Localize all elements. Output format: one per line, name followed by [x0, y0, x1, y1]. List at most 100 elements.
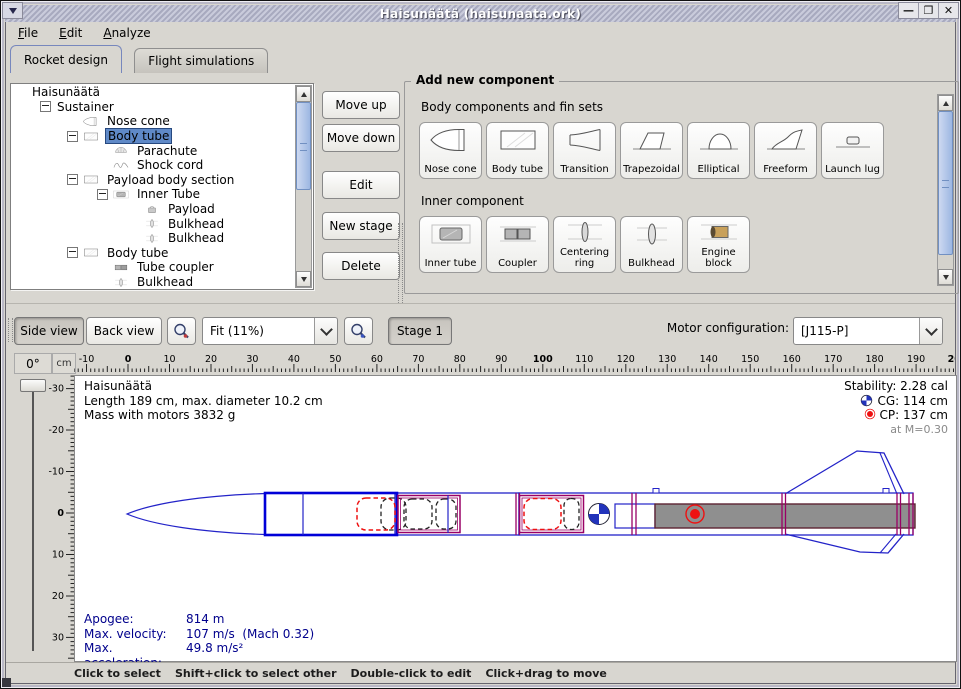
svg-text:190: 190 — [907, 354, 925, 365]
titlebar[interactable]: Haisunäätä (haisunaata.ork) — [5, 5, 956, 22]
scroll-down-button[interactable] — [296, 271, 311, 287]
scroll-down-button[interactable] — [938, 269, 953, 285]
unit-label: cm — [52, 353, 76, 374]
maximize-button[interactable]: ❐ — [918, 3, 938, 18]
back-view-button[interactable]: Back view — [86, 317, 162, 345]
tree-item-inner-tube[interactable]: Inner Tube — [12, 187, 296, 202]
slider-handle[interactable] — [20, 379, 46, 392]
tree-item-bulkhead[interactable]: Bulkhead — [12, 216, 296, 231]
flight-label: Apogee: — [84, 612, 186, 627]
rotation-slider[interactable] — [18, 377, 46, 655]
add-elliptical-button[interactable]: Elliptical — [687, 122, 750, 179]
scrollbar-thumb[interactable] — [296, 102, 311, 190]
side-view-button[interactable]: Side view — [14, 317, 84, 345]
tree-item-shock-cord[interactable]: Shock cord — [12, 158, 296, 173]
tree-expander-icon[interactable] — [67, 247, 78, 258]
tree-item-sustainer[interactable]: Sustainer — [12, 100, 296, 115]
tree-item-label: Bulkhead — [166, 231, 226, 245]
combo-arrow[interactable] — [314, 318, 337, 344]
rocket-canvas[interactable]: HaisunäätäLength 189 cm, max. diameter 1… — [74, 375, 957, 662]
add-component-group: Add new component Body components and fi… — [404, 81, 959, 294]
tab-flight-simulations[interactable]: Flight simulations — [134, 48, 268, 73]
arrow-up-icon — [943, 101, 949, 106]
resize-corner[interactable] — [2, 678, 11, 687]
edit-button[interactable]: Edit — [322, 171, 400, 199]
hint-bar: Click to selectShift+click to select oth… — [6, 662, 955, 683]
thumb-grip — [300, 143, 307, 151]
add-centering-ring-button[interactable]: Centering ring — [553, 216, 616, 273]
motor-configuration-select[interactable]: [J115-P] — [793, 317, 943, 345]
add-transition-button[interactable]: Transition — [553, 122, 616, 179]
component-scrollbar[interactable] — [937, 94, 954, 286]
menu-edit[interactable]: Edit — [50, 24, 91, 42]
tree-item-label: Bulkhead — [135, 275, 195, 288]
stage-1-toggle[interactable]: Stage 1 — [388, 317, 452, 345]
add-freeform-button[interactable]: Freeform — [754, 122, 817, 179]
svg-text:-10: -10 — [48, 467, 64, 478]
nose-cone-icon — [82, 116, 100, 127]
svg-text:140: 140 — [700, 354, 718, 365]
add-bulkhead-button[interactable]: Bulkhead — [620, 216, 683, 273]
panel-grip[interactable] — [398, 223, 403, 303]
mach-condition: at M=0.30 — [844, 423, 948, 438]
svg-text:-10: -10 — [79, 354, 95, 365]
svg-text:30: 30 — [52, 632, 64, 643]
component-tree[interactable]: HaisunäätäSustainerNose coneBody tubePar… — [10, 83, 314, 290]
tree-expander-icon[interactable] — [67, 174, 78, 185]
add-trapezoidal-button[interactable]: Trapezoidal — [620, 122, 683, 179]
menu-analyze[interactable]: Analyze — [94, 24, 159, 42]
tree-item-haisunäätä[interactable]: Haisunäätä — [12, 85, 296, 100]
zoom-in-button[interactable] — [344, 317, 373, 345]
transition-icon — [562, 127, 608, 153]
zoom-value: Fit (11%) — [203, 324, 314, 338]
move-up-button[interactable]: Move up — [322, 91, 400, 119]
minimize-button[interactable]: — — [899, 3, 918, 18]
window-menu-button[interactable] — [2, 2, 23, 19]
svg-text:50: 50 — [329, 354, 341, 365]
scroll-up-button[interactable] — [296, 86, 311, 102]
payload-icon — [143, 204, 161, 215]
svg-text:180: 180 — [866, 354, 884, 365]
combo-arrow[interactable] — [919, 318, 942, 344]
tab-rocket-design[interactable]: Rocket design — [10, 45, 122, 73]
trapezoidal-icon — [629, 127, 675, 153]
component-label: Launch lug — [825, 165, 880, 176]
tree-expander-icon[interactable] — [67, 131, 78, 142]
scrollbar-thumb[interactable] — [938, 111, 953, 255]
svg-text:160: 160 — [783, 354, 801, 365]
engine-block-icon — [696, 219, 742, 245]
tree-item-payload-body-section[interactable]: Payload body section — [12, 173, 296, 188]
scroll-up-button[interactable] — [938, 95, 953, 111]
add-nose-cone-button[interactable]: Nose cone — [419, 122, 482, 179]
hint-text: Double-click to edit — [351, 667, 472, 680]
thumb-grip — [942, 180, 949, 188]
tree-item-bulkhead[interactable]: Bulkhead — [12, 231, 296, 246]
tree-item-nose-cone[interactable]: Nose cone — [12, 114, 296, 129]
tree-item-payload[interactable]: Payload — [12, 202, 296, 217]
tree-item-body-tube[interactable]: Body tube — [12, 129, 296, 144]
move-down-button[interactable]: Move down — [322, 124, 400, 152]
menu-file[interactable]: File — [9, 24, 47, 42]
delete-button[interactable]: Delete — [322, 252, 400, 280]
close-button[interactable]: ✕ — [938, 3, 958, 18]
tree-scrollbar[interactable] — [295, 85, 312, 288]
add-inner-tube-button[interactable]: Inner tube — [419, 216, 482, 273]
svg-text:110: 110 — [575, 354, 593, 365]
tree-expander-icon[interactable] — [40, 101, 51, 112]
toolbar-grip[interactable] — [8, 318, 13, 342]
new-stage-button[interactable]: New stage — [322, 212, 400, 240]
tree-item-bulkhead[interactable]: Bulkhead — [12, 275, 296, 288]
add-engine-block-button[interactable]: Engine block — [687, 216, 750, 273]
add-body-tube-button[interactable]: Body tube — [486, 122, 549, 179]
tree-item-parachute[interactable]: Parachute — [12, 143, 296, 158]
tree-expander-icon[interactable] — [97, 189, 108, 200]
tree-item-body-tube[interactable]: Body tube — [12, 246, 296, 261]
inner-tube-icon — [428, 221, 474, 247]
tree-item-tube-coupler[interactable]: Tube coupler — [12, 260, 296, 275]
add-launch-lug-button[interactable]: Launch lug — [821, 122, 884, 179]
zoom-out-button[interactable] — [167, 317, 196, 345]
zoom-select[interactable]: Fit (11%) — [202, 317, 338, 345]
window-menu-icon — [9, 8, 17, 14]
add-coupler-button[interactable]: Coupler — [486, 216, 549, 273]
arrow-up-icon — [301, 92, 307, 97]
